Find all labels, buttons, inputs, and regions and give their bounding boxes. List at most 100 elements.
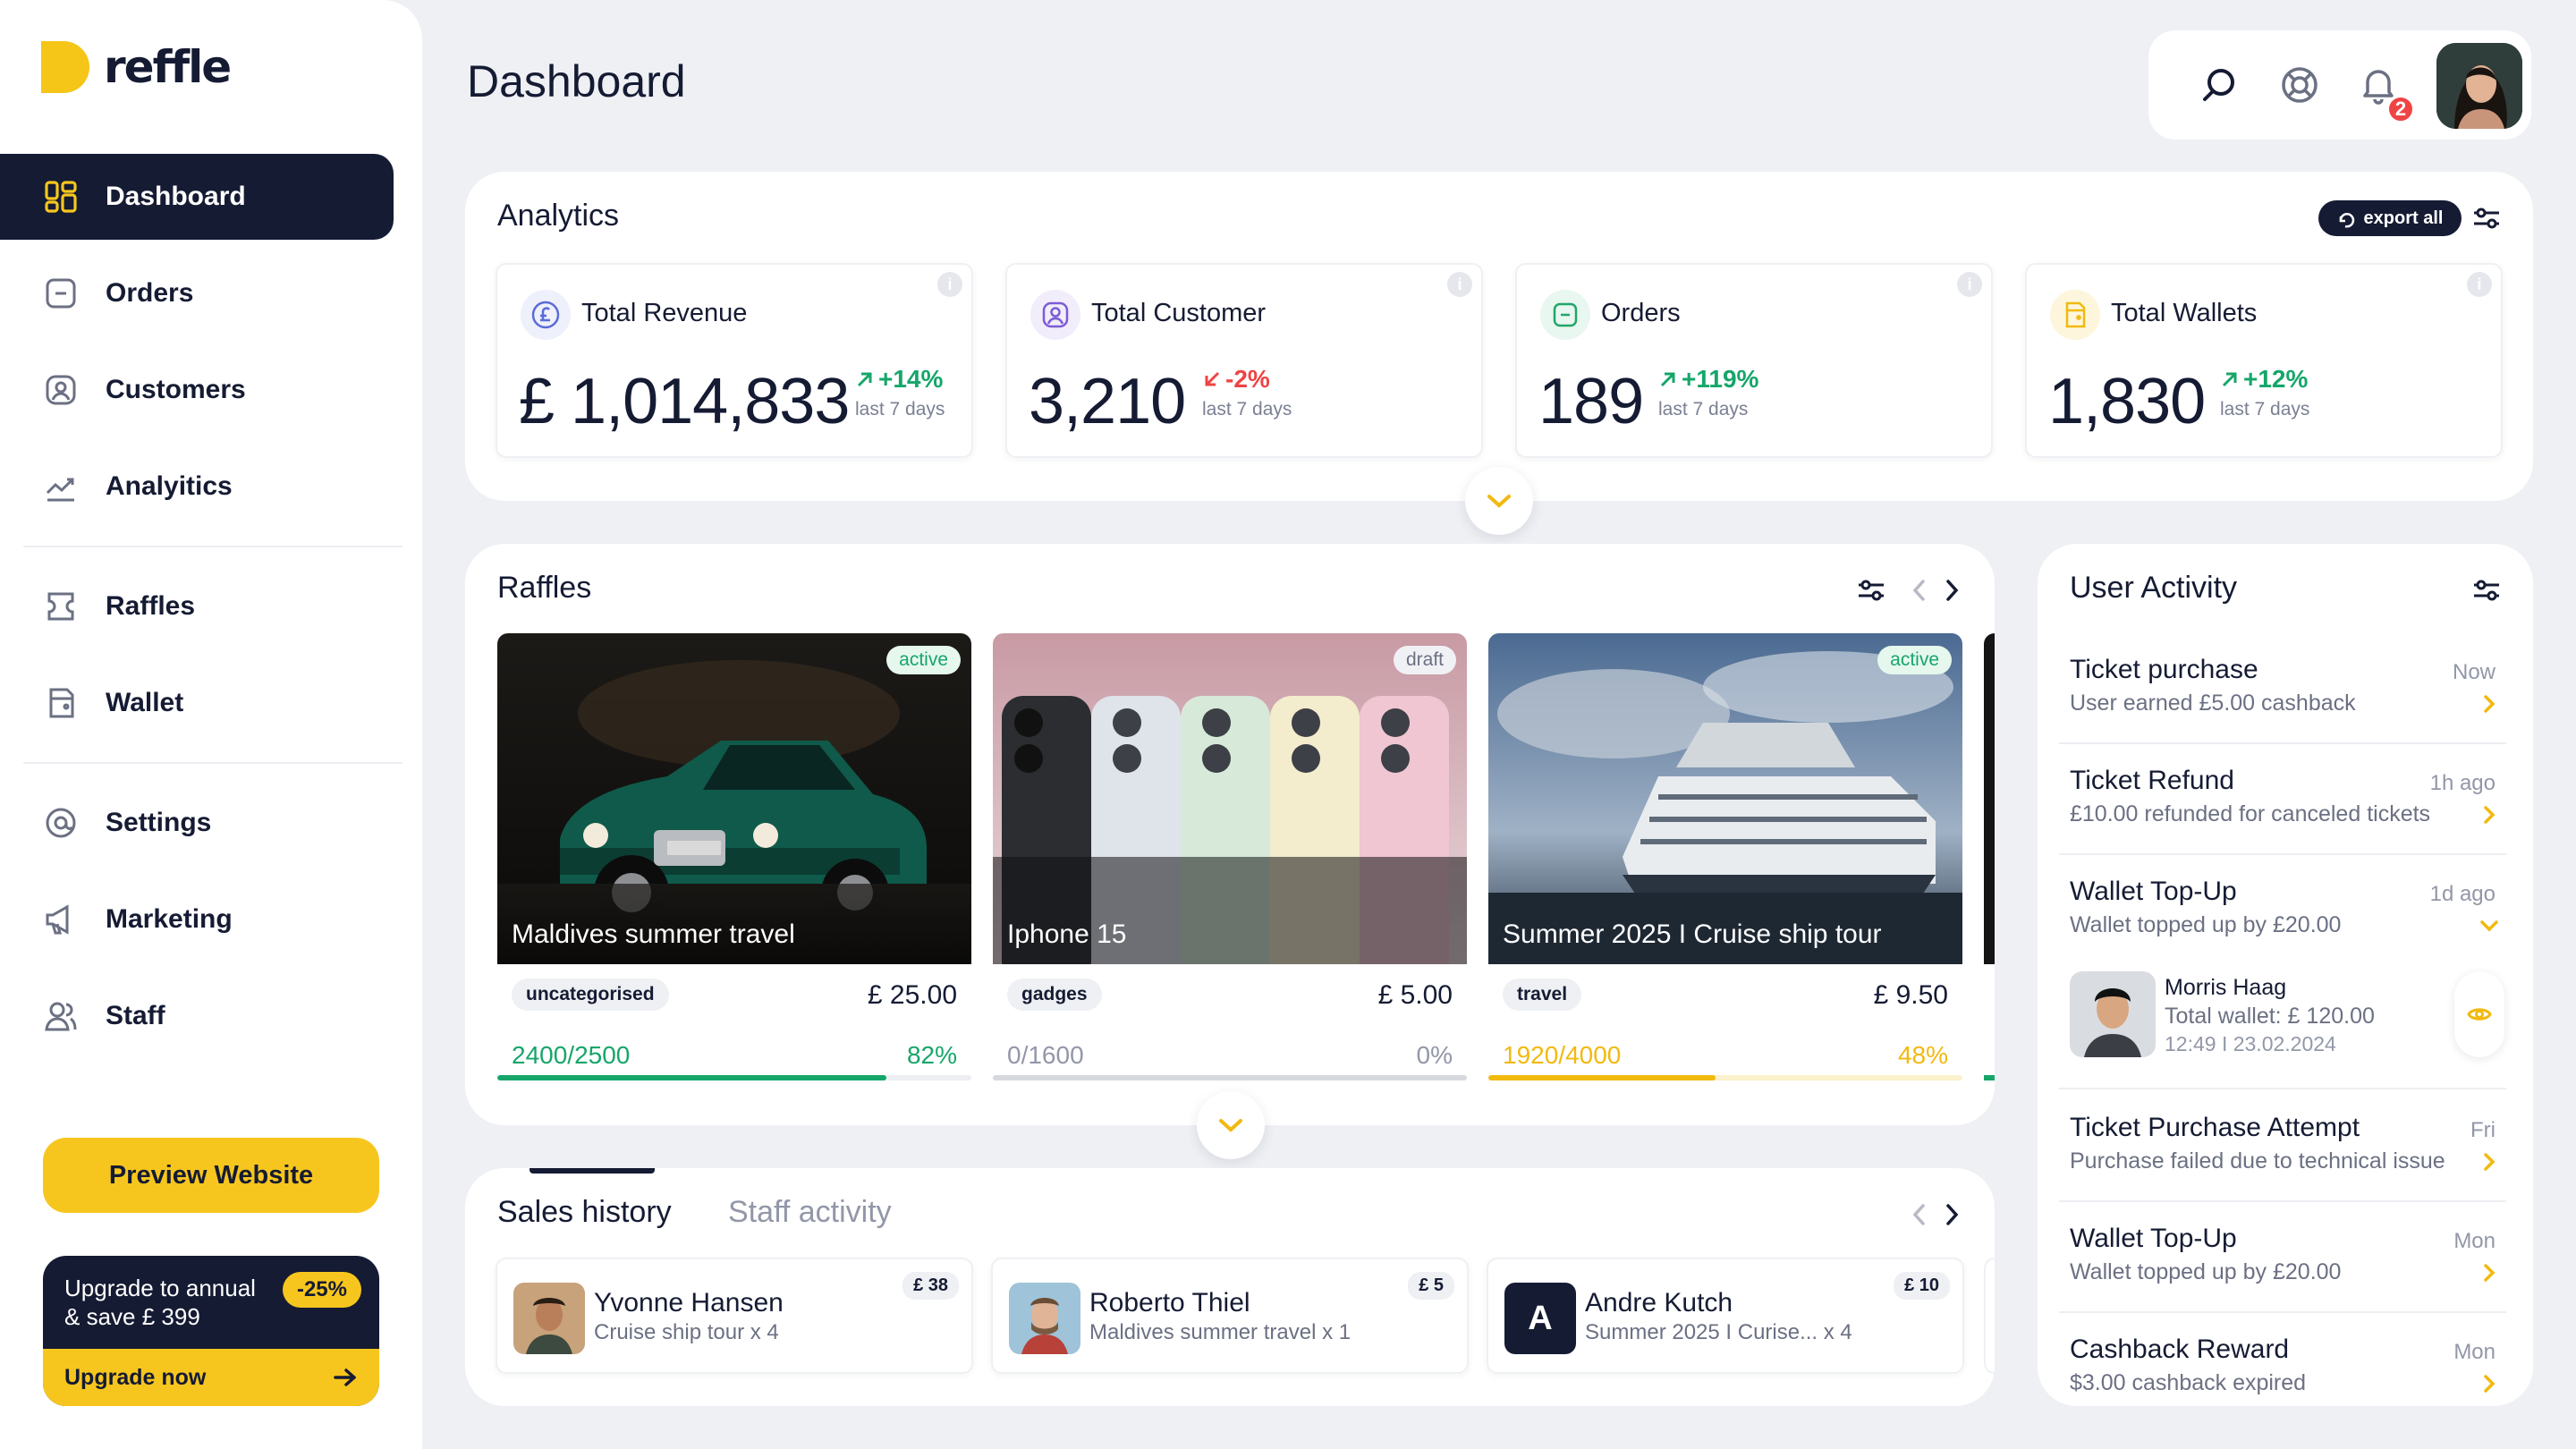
activity-divider (2059, 1200, 2506, 1202)
arrow-up-right-icon (857, 372, 872, 387)
customer-avatar (513, 1283, 585, 1354)
customer-name: Andre Kutch (1585, 1288, 1733, 1318)
stat-period: last 7 days (855, 399, 945, 419)
activity-description: $3.00 cashback expired (2070, 1370, 2307, 1395)
sidebar-item-analytics[interactable]: Analyitics (0, 444, 394, 530)
expand-raffles-button[interactable] (1197, 1091, 1265, 1159)
raffle-name: Maldives summer travel (512, 919, 795, 949)
preview-website-button[interactable]: Preview Website (43, 1138, 379, 1213)
activity-divider (2059, 1311, 2506, 1313)
sidebar-item-customers[interactable]: Customers (0, 347, 394, 433)
stat-card-total-customer[interactable]: Total Customer i 3,210 -2% last 7 days (1005, 263, 1483, 458)
stat-label: Total Revenue (581, 299, 748, 327)
raffle-name: Iphone 15 (1007, 919, 1127, 949)
raffle-card[interactable]: draft Iphone 15 gadges £ 5.00 0/1600 0% (993, 633, 1467, 1080)
customer-name: Roberto Thiel (1089, 1288, 1250, 1318)
info-icon[interactable]: i (2467, 272, 2492, 297)
activity-item[interactable]: Cashback Reward Mon $3.00 cashback expir… (2059, 1335, 2508, 1406)
raffle-sold: 0/1600 (1007, 1041, 1084, 1069)
filter-icon[interactable] (2472, 206, 2501, 231)
raffle-card-peek (1984, 633, 1995, 964)
info-icon[interactable]: i (1447, 272, 1472, 297)
stat-label: Total Customer (1091, 299, 1267, 327)
status-badge: active (886, 646, 961, 674)
activity-description: User earned £5.00 cashback (2070, 691, 2356, 716)
sidebar-item-settings[interactable]: Settings (0, 780, 394, 866)
logo[interactable]: reffle (41, 41, 232, 93)
activity-item[interactable]: Ticket Refund 1h ago £10.00 refunded for… (2059, 766, 2508, 837)
arrow-right-icon (333, 1367, 358, 1388)
prev-icon[interactable] (1911, 578, 1928, 603)
activity-title: Ticket Refund (2070, 766, 2234, 795)
sidebar-item-dashboard[interactable]: Dashboard (0, 154, 394, 240)
raffle-image-cruise (1488, 633, 1962, 964)
expand-analytics-button[interactable] (1465, 467, 1533, 535)
avatar[interactable] (2436, 43, 2522, 129)
stat-change: +12% (2220, 365, 2308, 394)
sidebar-item-marketing[interactable]: Marketing (0, 877, 394, 962)
activity-title: Cashback Reward (2070, 1335, 2290, 1364)
stat-card-orders[interactable]: Orders i 189 +119% last 7 days (1515, 263, 1993, 458)
stat-card-total-wallets[interactable]: Total Wallets i 1,830 +12% last 7 days (2025, 263, 2503, 458)
customer-avatar: A (1504, 1283, 1576, 1354)
raffle-price: £ 25.00 (867, 980, 957, 1010)
raffles-title: Raffles (497, 571, 592, 605)
status-badge: active (1877, 646, 1952, 674)
activity-time: Now (2452, 660, 2496, 684)
activity-title: Ticket purchase (2070, 655, 2258, 684)
tab-sales-history[interactable]: Sales history (497, 1195, 672, 1230)
activity-item[interactable]: Ticket Purchase Attempt Fri Purchase fai… (2059, 1113, 2508, 1184)
sale-card[interactable]: Yvonne Hansen Cruise ship tour x 4 £ 38 (496, 1258, 973, 1374)
customers-icon (43, 372, 79, 408)
sale-card[interactable]: Roberto Thiel Maldives summer travel x 1… (991, 1258, 1469, 1374)
logo-mark (41, 41, 89, 93)
activity-time: Fri (2470, 1118, 2496, 1142)
chevron-right-icon (2483, 1152, 2496, 1172)
info-icon[interactable]: i (937, 272, 962, 297)
filter-icon[interactable] (1857, 578, 1885, 603)
sidebar-item-staff[interactable]: Staff (0, 973, 394, 1059)
dashboard-icon (43, 179, 79, 215)
wallet-icon (43, 685, 79, 721)
raffle-card[interactable]: active Summer 2025 I Cruise ship tour tr… (1488, 633, 1962, 1080)
info-icon[interactable]: i (1957, 272, 1982, 297)
help-icon[interactable] (2277, 63, 2322, 107)
user-icon (1030, 290, 1080, 340)
sidebar-item-label: Dashboard (106, 182, 246, 211)
activity-item-expanded[interactable]: Wallet Top-Up 1d ago Wallet topped up by… (2059, 877, 2508, 948)
export-all-label: export all (2363, 208, 2444, 228)
stat-card-total-revenue[interactable]: Total Revenue i £ 1,014,833 +14% last 7 … (496, 263, 973, 458)
sale-card-peek (1984, 1258, 1995, 1374)
sidebar-item-label: Wallet (106, 688, 184, 717)
detail-time: 12:49 I 23.02.2024 (2165, 1032, 2336, 1055)
prev-icon[interactable] (1911, 1202, 1928, 1227)
tab-staff-activity[interactable]: Staff activity (728, 1195, 892, 1230)
raffle-progress (993, 1075, 1467, 1080)
raffle-card[interactable]: active Maldives summer travel uncategori… (497, 633, 971, 1080)
activity-item[interactable]: Ticket purchase Now User earned £5.00 ca… (2059, 655, 2508, 726)
sale-amount: £ 38 (902, 1272, 959, 1300)
raffle-percent: 82% (906, 1041, 957, 1069)
chevron-right-icon (2483, 1374, 2496, 1394)
sidebar-item-orders[interactable]: Orders (0, 250, 394, 336)
status-badge: draft (1393, 646, 1456, 674)
raffle-sold: 2400/2500 (512, 1041, 631, 1069)
search-icon[interactable] (2197, 63, 2241, 107)
stat-period: last 7 days (1202, 399, 1292, 419)
activity-divider (2059, 1088, 2506, 1089)
upgrade-now-button[interactable]: Upgrade now (43, 1349, 379, 1406)
stat-label: Orders (1601, 299, 1681, 327)
arrow-up-right-icon (2222, 372, 2237, 387)
raffle-progress-peek (1984, 1075, 1995, 1080)
activity-title: Wallet Top-Up (2070, 877, 2237, 906)
next-icon[interactable] (1943, 1202, 1961, 1227)
upgrade-card: Upgrade to annual & save £ 399 -25% Upgr… (43, 1256, 379, 1406)
sidebar-item-raffles[interactable]: Raffles (0, 564, 394, 649)
sale-card[interactable]: A Andre Kutch Summer 2025 I Curise... x … (1487, 1258, 1964, 1374)
sidebar-item-wallet[interactable]: Wallet (0, 660, 394, 746)
activity-item[interactable]: Wallet Top-Up Mon Wallet topped up by £2… (2059, 1224, 2508, 1295)
filter-icon[interactable] (2472, 578, 2501, 603)
view-button[interactable] (2454, 971, 2504, 1057)
export-all-button[interactable]: export all (2318, 200, 2462, 236)
next-icon[interactable] (1943, 578, 1961, 603)
